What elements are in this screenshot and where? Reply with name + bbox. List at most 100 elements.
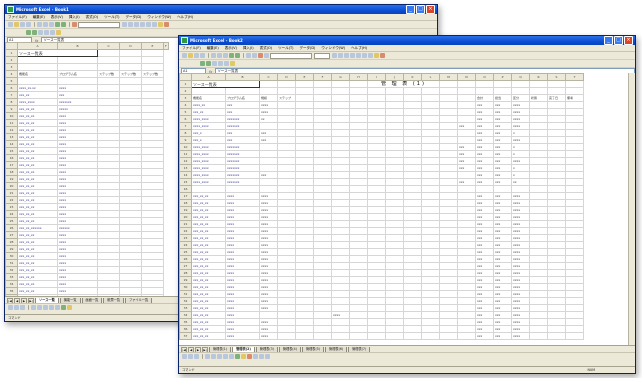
cell[interactable]: xxx xyxy=(457,150,476,158)
minimize-icon[interactable]: _ xyxy=(604,36,613,45)
cell[interactable]: xxxx_xxxx xyxy=(17,98,58,106)
header-cell[interactable]: 機能名 xyxy=(191,94,226,102)
cell[interactable]: xxx xyxy=(493,206,512,214)
cell[interactable] xyxy=(97,98,120,106)
cell[interactable] xyxy=(119,147,142,155)
cell[interactable]: xxx_xx_xx xyxy=(191,297,226,305)
maximize-icon[interactable]: □ xyxy=(614,36,623,45)
cell[interactable]: xxx_xx_xx xyxy=(191,269,226,277)
cell[interactable] xyxy=(225,185,260,193)
menu-edit[interactable]: 編集(E) xyxy=(33,15,45,20)
header-cell[interactable] xyxy=(367,94,386,102)
print-icon[interactable] xyxy=(26,22,31,27)
cell[interactable]: xxx xyxy=(475,234,494,242)
cell[interactable]: xxxx xyxy=(511,115,530,123)
cell[interactable] xyxy=(331,108,350,116)
cell[interactable] xyxy=(295,185,314,193)
cell[interactable] xyxy=(295,108,314,116)
cell[interactable] xyxy=(565,318,584,326)
cell[interactable] xyxy=(439,150,458,158)
header-cell[interactable]: ステップ数 xyxy=(141,70,164,78)
menu-file[interactable]: ファイル(F) xyxy=(182,46,201,51)
cell[interactable] xyxy=(295,297,314,305)
cell[interactable] xyxy=(421,122,440,130)
save-icon[interactable] xyxy=(194,53,199,58)
cell[interactable] xyxy=(457,318,476,326)
cell[interactable] xyxy=(119,84,142,92)
cell[interactable] xyxy=(529,255,548,263)
cell[interactable]: xxx_xx_xx xyxy=(17,175,58,183)
excel-window-front[interactable]: Microsoft Excel - Book2 _ □ × ファイル(F) 編集… xyxy=(178,35,636,374)
cell[interactable] xyxy=(565,101,584,109)
cell[interactable] xyxy=(367,276,386,284)
cell[interactable]: xxx xyxy=(493,157,512,165)
header-cell[interactable] xyxy=(331,94,350,102)
row-header[interactable]: 27 xyxy=(5,231,18,239)
cell[interactable]: xxxx xyxy=(511,325,530,333)
cell[interactable] xyxy=(385,234,404,242)
cell[interactable]: xxx_xx_xx xyxy=(191,290,226,298)
menu-data[interactable]: データ(D) xyxy=(125,15,141,20)
cell[interactable] xyxy=(385,108,404,116)
cell[interactable] xyxy=(547,143,566,151)
column-header[interactable]: H xyxy=(349,73,368,81)
header-cell[interactable]: 担当 xyxy=(493,94,512,102)
cell[interactable] xyxy=(119,175,142,183)
cell[interactable] xyxy=(439,318,458,326)
cell[interactable] xyxy=(295,101,314,109)
cell[interactable] xyxy=(295,227,314,235)
cell[interactable] xyxy=(547,318,566,326)
cell[interactable]: xxxx xyxy=(225,318,260,326)
cell[interactable]: xxx_xx_xx xyxy=(17,259,58,267)
cell[interactable] xyxy=(119,231,142,239)
check-icon[interactable] xyxy=(200,61,205,66)
column-header[interactable]: B xyxy=(57,42,98,50)
cell[interactable] xyxy=(367,87,386,95)
cell[interactable] xyxy=(367,192,386,200)
row-header[interactable]: 34 xyxy=(5,280,18,288)
cell[interactable] xyxy=(313,290,332,298)
cell[interactable] xyxy=(421,269,440,277)
cell[interactable]: xxxx xyxy=(259,290,278,298)
cell[interactable]: x xyxy=(511,171,530,179)
row-header[interactable]: 22 xyxy=(179,227,192,235)
cell[interactable] xyxy=(367,213,386,221)
cell[interactable] xyxy=(439,269,458,277)
cell[interactable] xyxy=(385,150,404,158)
cell[interactable] xyxy=(277,325,296,333)
cell[interactable] xyxy=(97,210,120,218)
select-all-corner[interactable] xyxy=(179,73,192,81)
cell[interactable]: xxx xyxy=(493,192,512,200)
cell[interactable] xyxy=(259,157,278,165)
cell[interactable] xyxy=(565,185,584,193)
column-header[interactable]: L xyxy=(421,73,440,81)
row-header[interactable]: 3 xyxy=(179,94,192,102)
italic-icon[interactable] xyxy=(338,53,343,58)
cell[interactable] xyxy=(349,150,368,158)
cell[interactable]: xxxx xyxy=(225,206,260,214)
cell[interactable]: xxxx xyxy=(57,231,98,239)
cell[interactable]: xxxx xyxy=(225,220,260,228)
cell[interactable] xyxy=(529,213,548,221)
cell[interactable] xyxy=(385,199,404,207)
cell[interactable]: x xyxy=(511,150,530,158)
row-header[interactable]: 7 xyxy=(5,91,18,99)
cell[interactable] xyxy=(97,119,120,127)
cell[interactable]: xxx_xx_xx xyxy=(191,276,226,284)
row-header[interactable]: 36 xyxy=(179,325,192,333)
cell[interactable] xyxy=(547,283,566,291)
cell[interactable]: xxx xyxy=(493,136,512,144)
undo-icon[interactable] xyxy=(55,22,60,27)
cell[interactable] xyxy=(331,192,350,200)
cell[interactable] xyxy=(349,241,368,249)
cell[interactable]: xxxx xyxy=(57,168,98,176)
cell[interactable]: xxx_xx_xx xyxy=(17,280,58,288)
cell[interactable] xyxy=(349,80,368,88)
column-header[interactable]: A xyxy=(191,73,226,81)
cell[interactable] xyxy=(313,178,332,186)
cell[interactable]: xxx xyxy=(493,269,512,277)
cell[interactable] xyxy=(403,297,422,305)
cell[interactable] xyxy=(349,178,368,186)
line-color-icon[interactable] xyxy=(247,354,252,359)
cell[interactable] xyxy=(547,87,566,95)
